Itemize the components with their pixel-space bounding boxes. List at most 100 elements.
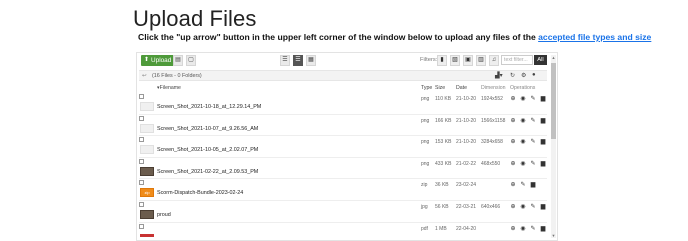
settings-icon[interactable]: ⚙ (521, 72, 526, 79)
column-size[interactable]: Size (435, 85, 445, 91)
file-date: 21-02-22 (456, 160, 477, 167)
file-select-checkbox[interactable] (139, 180, 144, 186)
file-row[interactable]: Screen_Shot_2021-10-18_at_12.29.14_PM pn… (139, 93, 547, 115)
file-thumbnail[interactable] (140, 233, 154, 237)
file-operations: ⊕ ◉ ✎ ▆ (510, 160, 546, 167)
view-list-button[interactable]: ☰ (280, 55, 290, 66)
path-bar: ↩ (16 Files - 0 Folders) ▟▾ ↻ ⚙ ● (139, 70, 547, 81)
preview-eye-icon[interactable]: ◉ (520, 117, 526, 124)
view-grid-button[interactable]: ▦ (306, 55, 316, 66)
file-date: 22-03-21 (456, 203, 477, 210)
delete-trash-icon[interactable]: ▆ (540, 138, 546, 145)
delete-trash-icon[interactable]: ▆ (540, 203, 546, 210)
file-size: 110 KB (435, 96, 452, 102)
file-select-checkbox[interactable] (139, 201, 144, 207)
file-name[interactable]: Scorm-Dispatch-Bundle-2023-02-24 (157, 190, 243, 196)
file-row[interactable]: pdf 1 MB 22-04-20 ⊕ ◉ ✎ ▆ (139, 223, 547, 240)
file-manager: ⬆ Upload ▤ ▢ ☰ ☰ ▦ Filters: ▮ ▧ ▣ ▥ ♫ te… (136, 52, 558, 241)
preview-eye-icon[interactable]: ◉ (520, 95, 526, 102)
file-dimension: 1924x552 (481, 96, 503, 102)
rename-pencil-icon[interactable]: ✎ (530, 225, 536, 232)
upload-button[interactable]: ⬆ Upload (141, 55, 176, 66)
scroll-up-icon[interactable]: ▲ (551, 55, 556, 60)
column-filename[interactable]: ▾Filename (157, 85, 181, 91)
file-select-checkbox[interactable] (139, 94, 144, 99)
paste-button[interactable]: ▤ (173, 55, 183, 66)
preview-eye-icon[interactable]: ◉ (520, 203, 526, 210)
file-thumbnail[interactable] (140, 209, 154, 219)
file-thumbnail[interactable] (140, 166, 154, 176)
file-size: 56 KB (435, 203, 449, 210)
delete-trash-icon[interactable]: ▆ (540, 160, 546, 167)
rename-pencil-icon[interactable]: ✎ (530, 117, 536, 124)
scrollbar[interactable]: ▲ ▼ (551, 55, 556, 238)
rename-pencil-icon[interactable]: ✎ (530, 203, 536, 210)
file-select-checkbox[interactable] (139, 223, 144, 229)
file-thumbnail[interactable] (140, 123, 154, 133)
file-date: 23-02-24 (456, 182, 477, 189)
file-size: 153 KB (435, 139, 452, 146)
file-name[interactable]: Screen_Shot_2021-10-07_at_9.26.56_AM (157, 126, 258, 132)
preview-eye-icon[interactable]: ◉ (520, 138, 526, 145)
file-row[interactable]: proud jpg 56 KB 22-03-21 640x466 ⊕ ◉ ✎ ▆ (139, 201, 547, 223)
file-row[interactable]: Screen_Shot_2021-10-07_at_9.26.56_AM png… (139, 115, 547, 137)
rename-pencil-icon[interactable]: ✎ (530, 138, 536, 145)
delete-trash-icon[interactable]: ▆ (540, 225, 546, 232)
accepted-file-types-link[interactable]: accepted file types and size (538, 32, 651, 42)
file-name[interactable]: Screen_Shot_2021-10-18_at_12.29.14_PM (157, 104, 261, 110)
file-type: png (421, 139, 430, 146)
delete-trash-icon[interactable]: ▆ (540, 117, 546, 124)
filter-images-button[interactable]: ▧ (450, 55, 460, 66)
column-date[interactable]: Date (456, 85, 467, 91)
download-icon[interactable]: ⊕ (510, 138, 516, 145)
page-title: Upload Files (133, 6, 257, 31)
filter-music-button[interactable]: ♫ (489, 55, 499, 66)
file-dimension: 640x466 (481, 203, 501, 210)
filter-all-button[interactable]: All (534, 55, 547, 65)
download-icon[interactable]: ⊕ (510, 117, 516, 124)
file-select-checkbox[interactable] (139, 158, 144, 164)
file-name[interactable]: proud (157, 212, 171, 218)
file-thumbnail[interactable] (140, 102, 154, 111)
column-type[interactable]: Type (421, 85, 432, 91)
clear-clipboard-button[interactable]: ▢ (186, 55, 196, 66)
file-row[interactable]: Screen_Shot_2021-02-22_at_2.09.53_PM png… (139, 158, 547, 180)
file-operations: ⊕ ◉ ✎ ▆ (510, 117, 546, 124)
refresh-icon[interactable]: ↻ (510, 72, 515, 79)
filter-files-button[interactable]: ▮ (437, 55, 447, 66)
rename-pencil-icon[interactable]: ✎ (530, 95, 536, 102)
file-name[interactable]: Screen_Shot_2021-10-05_at_2.02.07_PM (157, 147, 258, 153)
file-select-checkbox[interactable] (139, 115, 144, 121)
file-name[interactable]: Screen_Shot_2021-02-22_at_2.09.53_PM (157, 169, 258, 175)
delete-trash-icon[interactable]: ▆ (540, 95, 546, 102)
folder-up-icon[interactable]: ↩ (142, 73, 147, 79)
preview-eye-icon[interactable]: ◉ (520, 160, 526, 167)
scroll-down-icon[interactable]: ▼ (551, 233, 556, 238)
file-thumbnail[interactable]: zip (140, 188, 154, 198)
filter-video-button[interactable]: ▥ (476, 55, 486, 66)
file-operations: ⊕ ◉ ✎ ▆ (510, 203, 546, 210)
delete-trash-icon[interactable]: ▆ (530, 181, 536, 188)
file-thumbnail[interactable] (140, 145, 154, 155)
download-icon[interactable]: ⊕ (510, 95, 516, 102)
filter-archives-button[interactable]: ▣ (463, 55, 473, 66)
image-icon: ▧ (452, 57, 458, 63)
download-icon[interactable]: ⊕ (510, 225, 516, 232)
rename-pencil-icon[interactable]: ✎ (530, 160, 536, 167)
preview-eye-icon[interactable]: ◉ (520, 225, 526, 232)
info-icon[interactable]: ● (532, 72, 536, 78)
file-select-checkbox[interactable] (139, 137, 144, 143)
download-icon[interactable]: ⊕ (510, 160, 516, 167)
music-icon: ♫ (491, 57, 497, 63)
rename-pencil-icon[interactable]: ✎ (520, 181, 526, 188)
sort-icon[interactable]: ▟▾ (495, 72, 503, 79)
view-details-button[interactable]: ☰ (293, 55, 303, 66)
filters-label: Filters: (420, 57, 438, 63)
download-icon[interactable]: ⊕ (510, 203, 516, 210)
file-row[interactable]: zip Scorm-Dispatch-Bundle-2023-02-24 zip… (139, 179, 547, 201)
download-icon[interactable]: ⊕ (510, 181, 516, 188)
file-row[interactable]: Screen_Shot_2021-10-05_at_2.02.07_PM png… (139, 136, 547, 158)
file-type: png (421, 96, 430, 102)
text-filter-input[interactable]: text filter... (501, 55, 533, 65)
scrollbar-thumb[interactable] (551, 63, 556, 139)
